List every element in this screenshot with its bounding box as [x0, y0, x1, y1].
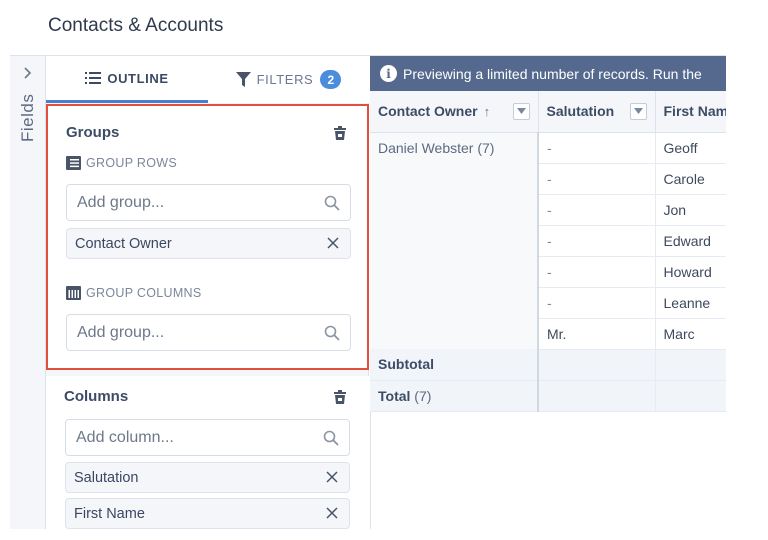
- tab-outline[interactable]: OUTLINE: [46, 56, 208, 103]
- groups-title: Groups: [66, 124, 120, 141]
- column-menu-button[interactable]: [629, 102, 647, 120]
- salutation-cell: -: [538, 194, 656, 226]
- salutation-cell: -: [538, 132, 656, 164]
- column-item-label: First Name: [74, 505, 145, 522]
- filter-icon: [235, 72, 251, 87]
- add-group-rows-input[interactable]: [77, 193, 317, 212]
- remove-icon[interactable]: [326, 236, 340, 250]
- preview-banner: i Previewing a limited number of records…: [370, 56, 726, 91]
- report-preview-grid: i Previewing a limited number of records…: [370, 56, 726, 529]
- column-item: Salutation: [65, 462, 350, 493]
- column-item-label: Salutation: [74, 469, 139, 486]
- preview-table: Contact Owner ↑ Salutation First Nam Dan…: [370, 91, 726, 412]
- group-row-item-label: Contact Owner: [75, 235, 172, 252]
- total-label-cell: Total (7): [370, 380, 539, 412]
- search-icon: [324, 325, 340, 346]
- group-rows-icon: [66, 156, 81, 170]
- total-label: Total: [378, 387, 411, 404]
- column-menu-button[interactable]: [512, 102, 530, 120]
- first-name-cell: Geoff: [655, 132, 726, 164]
- outline-panel: OUTLINE FILTERS 2 Groups GROUP ROWS Add …: [46, 56, 369, 529]
- list-icon: [85, 72, 102, 84]
- page-title: Contacts & Accounts: [48, 15, 224, 36]
- subtotal-row: Subtotal: [370, 349, 726, 381]
- column-header-label: First Nam: [663, 103, 727, 120]
- column-header-label: Contact Owner: [378, 103, 478, 120]
- salutation-cell: Mr.: [538, 318, 656, 350]
- subtotal-cell: [655, 349, 726, 381]
- total-cell: [655, 380, 726, 412]
- fields-rail[interactable]: Fields: [10, 56, 46, 529]
- add-group-columns-input[interactable]: [77, 323, 317, 342]
- report-builder: Fields OUTLINE FILTERS 2 Groups GROUP RO…: [10, 55, 726, 529]
- group-columns-icon: [66, 286, 81, 300]
- group-rows-label-text: GROUP ROWS: [86, 156, 177, 170]
- salutation-cell: -: [538, 256, 656, 288]
- total-row: Total (7): [370, 380, 726, 412]
- group-rows-label: GROUP ROWS: [66, 156, 177, 170]
- caret-down-icon: [633, 108, 643, 115]
- trash-icon[interactable]: [334, 390, 348, 404]
- subtotal-cell: [538, 349, 656, 381]
- filters-count-badge: 2: [320, 70, 342, 89]
- info-icon: i: [380, 65, 397, 82]
- remove-icon[interactable]: [325, 470, 339, 484]
- add-column-input[interactable]: [76, 428, 316, 447]
- add-group-rows-search[interactable]: [66, 184, 351, 221]
- group-row-item: Contact Owner: [66, 228, 351, 259]
- first-name-cell: Jon: [655, 194, 726, 226]
- total-count: (7): [414, 387, 432, 404]
- total-cell: [538, 380, 656, 412]
- preview-banner-text: Previewing a limited number of records. …: [403, 65, 702, 82]
- sort-ascending-icon[interactable]: ↑: [484, 104, 491, 119]
- tab-filters[interactable]: FILTERS 2: [208, 56, 369, 103]
- salutation-cell: -: [538, 163, 656, 195]
- caret-down-icon: [516, 108, 526, 115]
- first-name-cell: Howard: [655, 256, 726, 288]
- add-column-search[interactable]: [65, 419, 350, 456]
- column-item: First Name: [65, 498, 350, 529]
- salutation-cell: -: [538, 225, 656, 257]
- group-columns-label-text: GROUP COLUMNS: [86, 286, 202, 300]
- fields-rail-label[interactable]: Fields: [18, 94, 38, 142]
- search-icon: [324, 195, 340, 216]
- table-row: Daniel Webster (7) - Geoff: [370, 132, 726, 349]
- add-group-columns-search[interactable]: [66, 314, 351, 351]
- chevron-right-icon[interactable]: [21, 66, 35, 82]
- remove-icon[interactable]: [325, 506, 339, 520]
- first-name-cell: Edward: [655, 225, 726, 257]
- first-name-cell: Leanne: [655, 287, 726, 319]
- column-header-salutation[interactable]: Salutation: [538, 91, 656, 133]
- columns-title: Columns: [64, 388, 129, 405]
- trash-icon[interactable]: [334, 126, 348, 140]
- columns-section: Columns Salutation First Name: [46, 376, 369, 529]
- group-owner-cell: Daniel Webster (7): [370, 132, 539, 349]
- salutation-cell: -: [538, 287, 656, 319]
- first-name-cell: Marc: [655, 318, 726, 350]
- groups-section: Groups GROUP ROWS Contact Owner: [46, 104, 369, 370]
- subtotal-label: Subtotal: [370, 349, 539, 381]
- search-icon: [323, 430, 339, 451]
- column-header-label: Salutation: [546, 103, 615, 120]
- group-columns-label: GROUP COLUMNS: [66, 286, 202, 300]
- tab-filters-label: FILTERS: [256, 72, 314, 87]
- panel-tabs: OUTLINE FILTERS 2: [46, 56, 369, 103]
- tab-outline-label: OUTLINE: [107, 70, 169, 86]
- column-header-first-name[interactable]: First Nam: [655, 91, 727, 133]
- first-name-cell: Carole: [655, 163, 726, 195]
- header-row: Contact Owner ↑ Salutation First Nam: [370, 91, 727, 133]
- column-header-contact-owner[interactable]: Contact Owner ↑: [370, 91, 539, 133]
